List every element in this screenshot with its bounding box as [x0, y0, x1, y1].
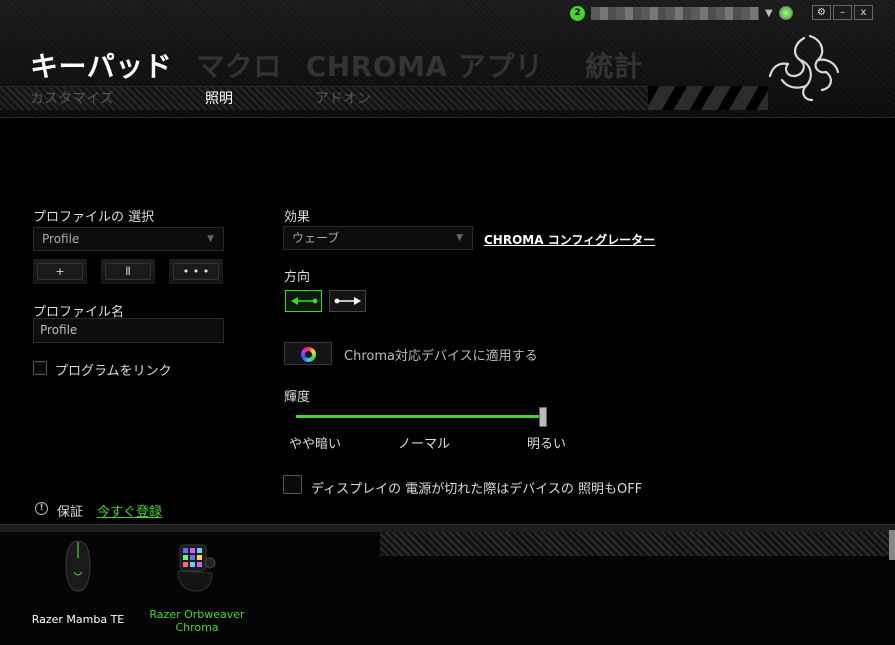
apply-chroma-button[interactable] — [284, 342, 332, 365]
effect-select-value: ウェーブ — [292, 231, 340, 245]
copy-profile-button[interactable]: ⫴ — [101, 259, 155, 284]
dropdown-arrow-icon: ▼ — [456, 233, 463, 243]
add-profile-button[interactable]: + — [33, 259, 87, 284]
razer-logo-icon — [768, 34, 840, 102]
profile-select[interactable]: Profile ▼ — [33, 227, 224, 251]
tab-keypad[interactable]: キーパッド — [30, 45, 172, 85]
decorative-stripes — [648, 86, 768, 110]
chroma-configurator-link[interactable]: CHROMA コンフィグレーター — [484, 231, 655, 248]
info-icon: ! — [35, 502, 48, 515]
online-status-icon — [778, 6, 793, 20]
close-button[interactable]: x — [854, 5, 873, 20]
subtab-lighting[interactable]: 照明 — [205, 88, 233, 108]
direction-label: 方向 — [284, 270, 311, 285]
profile-name-input[interactable]: Profile — [33, 318, 224, 343]
warranty-label: 保証 — [57, 505, 84, 520]
add-icon: + — [37, 263, 83, 280]
arrow-right-icon — [334, 297, 361, 305]
brightness-slider-thumb[interactable] — [539, 407, 547, 427]
more-icon: • • • — [173, 263, 219, 280]
device-razer-orbweaver-chroma[interactable]: Razer Orbweaver Chroma — [142, 535, 252, 634]
account-name-redacted — [591, 6, 759, 20]
effect-label: 効果 — [284, 210, 311, 225]
device-bar-stripes — [380, 532, 895, 556]
window-controls: ⚙ – x — [812, 5, 873, 20]
main-tabs: キーパッド マクロ CHROMA アプリ 統計 — [30, 45, 642, 85]
device-razer-mamba-te[interactable]: Razer Mamba TE — [23, 535, 133, 626]
tab-stats[interactable]: 統計 — [585, 45, 642, 85]
brightness-high-label: 明るい — [527, 437, 567, 452]
effect-select[interactable]: ウェーブ ▼ — [283, 226, 473, 250]
copy-icon: ⫴ — [105, 263, 151, 280]
link-program-label: プログラムをリンク — [55, 364, 172, 379]
arrow-left-icon — [291, 297, 318, 305]
brightness-slider-fill — [296, 415, 544, 418]
profile-select-label: プロファイルの 選択 — [33, 210, 155, 225]
brightness-normal-label: ノーマル — [398, 437, 451, 452]
brightness-slider[interactable] — [296, 415, 544, 418]
direction-left-button[interactable] — [285, 290, 322, 312]
minimize-button[interactable]: – — [833, 5, 852, 20]
subtab-addons[interactable]: アドオン — [315, 88, 371, 108]
device-bar-scroll-handle[interactable] — [889, 530, 895, 560]
dropdown-arrow-icon: ▼ — [207, 234, 214, 244]
device-bar-top-edge — [0, 524, 895, 532]
settings-button[interactable]: ⚙ — [812, 5, 831, 20]
brightness-label: 輝度 — [284, 390, 311, 405]
display-off-label: ディスプレイの 電源が切れた際はデバイスの 照明もOFF — [311, 482, 643, 497]
device-name: Razer Orbweaver Chroma — [149, 608, 245, 634]
tab-macro[interactable]: マクロ — [196, 45, 282, 85]
chroma-ring-icon — [301, 347, 316, 362]
device-name: Razer Mamba TE — [31, 613, 125, 626]
keypad-icon — [177, 544, 216, 592]
apply-chroma-label: Chroma対応デバイスに適用する — [344, 349, 538, 364]
brightness-low-label: やや暗い — [289, 437, 342, 452]
tab-chroma-apps[interactable]: CHROMA アプリ — [306, 45, 544, 85]
register-now-link[interactable]: 今すぐ登録 — [97, 501, 162, 520]
display-off-checkbox[interactable] — [283, 475, 302, 494]
link-program-checkbox[interactable] — [33, 361, 47, 375]
account-dropdown-icon[interactable]: ▼ — [765, 8, 773, 19]
direction-right-button[interactable] — [329, 290, 366, 312]
subtab-customize[interactable]: カスタマイズ — [30, 88, 114, 108]
account-area[interactable]: 2 ▼ — [570, 4, 793, 22]
more-profile-button[interactable]: • • • — [169, 259, 223, 284]
notification-badge[interactable]: 2 — [570, 5, 585, 21]
profile-select-value: Profile — [42, 232, 80, 246]
mouse-icon — [65, 540, 91, 592]
